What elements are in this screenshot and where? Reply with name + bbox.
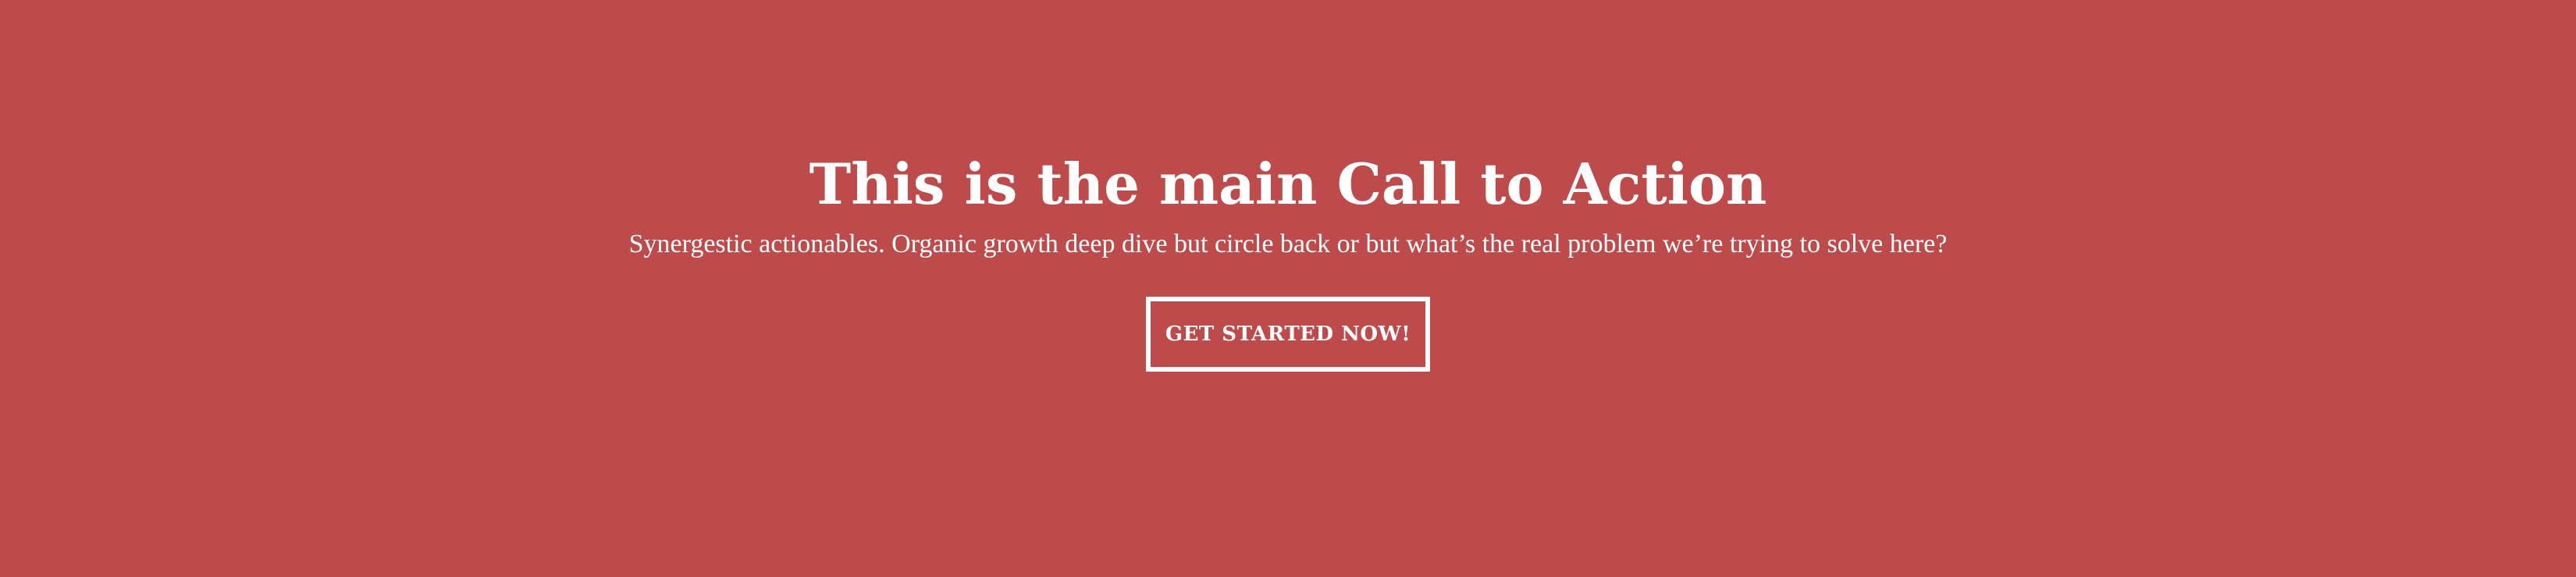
call-to-action-content: This is the main Call to Action Synerges… <box>0 145 2576 372</box>
cta-title: This is the main Call to Action <box>809 151 1767 217</box>
get-started-button[interactable]: GET STARTED NOW! <box>1146 297 1430 372</box>
cta-subtitle: Synergestic actionables. Organic growth … <box>628 230 1948 258</box>
call-to-action-section: This is the main Call to Action Synerges… <box>0 0 2576 577</box>
